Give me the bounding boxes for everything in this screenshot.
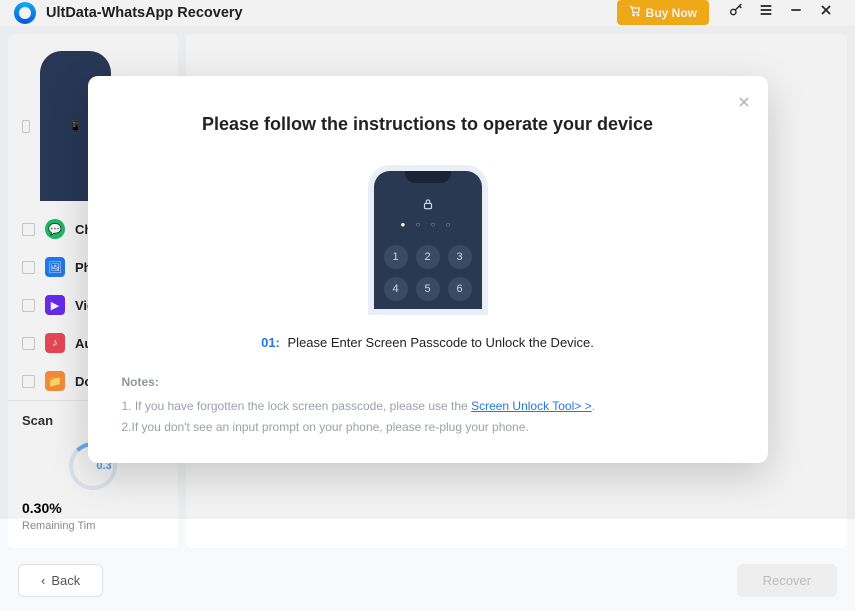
back-button[interactable]: ‹ Back: [18, 564, 103, 597]
modal-close-button[interactable]: [736, 90, 752, 116]
footer: ‹ Back Recover: [0, 556, 855, 611]
keypad-key: 1: [384, 245, 408, 269]
keypad: 1 2 3 4 5 6: [374, 245, 482, 301]
modal-title: Please follow the instructions to operat…: [118, 114, 738, 135]
recover-label: Recover: [763, 573, 811, 588]
keypad-key: 5: [416, 277, 440, 301]
modal-backdrop: Please follow the instructions to operat…: [0, 0, 855, 519]
back-label: Back: [51, 573, 80, 588]
keypad-key: 2: [416, 245, 440, 269]
scan-remaining: Remaining Tim: [22, 520, 164, 532]
notes-title: Notes:: [122, 372, 734, 392]
keypad-key: 4: [384, 277, 408, 301]
screen-unlock-link[interactable]: Screen Unlock Tool> >: [471, 399, 592, 413]
passcode-dots: ● ○ ○ ○: [374, 220, 482, 229]
instruction-step: 01: Please Enter Screen Passcode to Unlo…: [118, 335, 738, 350]
notes-section: Notes: 1. If you have forgotten the lock…: [118, 372, 738, 437]
step-text: Please Enter Screen Passcode to Unlock t…: [288, 335, 594, 350]
note-1: 1. If you have forgotten the lock screen…: [122, 396, 734, 416]
keypad-key: 3: [448, 245, 472, 269]
keypad-key: 6: [448, 277, 472, 301]
step-number: 01:: [261, 335, 280, 350]
note-2: 2.If you don't see an input prompt on yo…: [122, 417, 734, 437]
app-window: UltData-WhatsApp Recovery Buy Now 📱 iPho…: [0, 0, 855, 519]
chevron-left-icon: ‹: [41, 573, 45, 588]
recover-button: Recover: [737, 564, 837, 597]
lock-icon: [374, 197, 482, 214]
instruction-modal: Please follow the instructions to operat…: [88, 76, 768, 463]
phone-illustration: ● ○ ○ ○ 1 2 3 4 5 6: [118, 165, 738, 315]
